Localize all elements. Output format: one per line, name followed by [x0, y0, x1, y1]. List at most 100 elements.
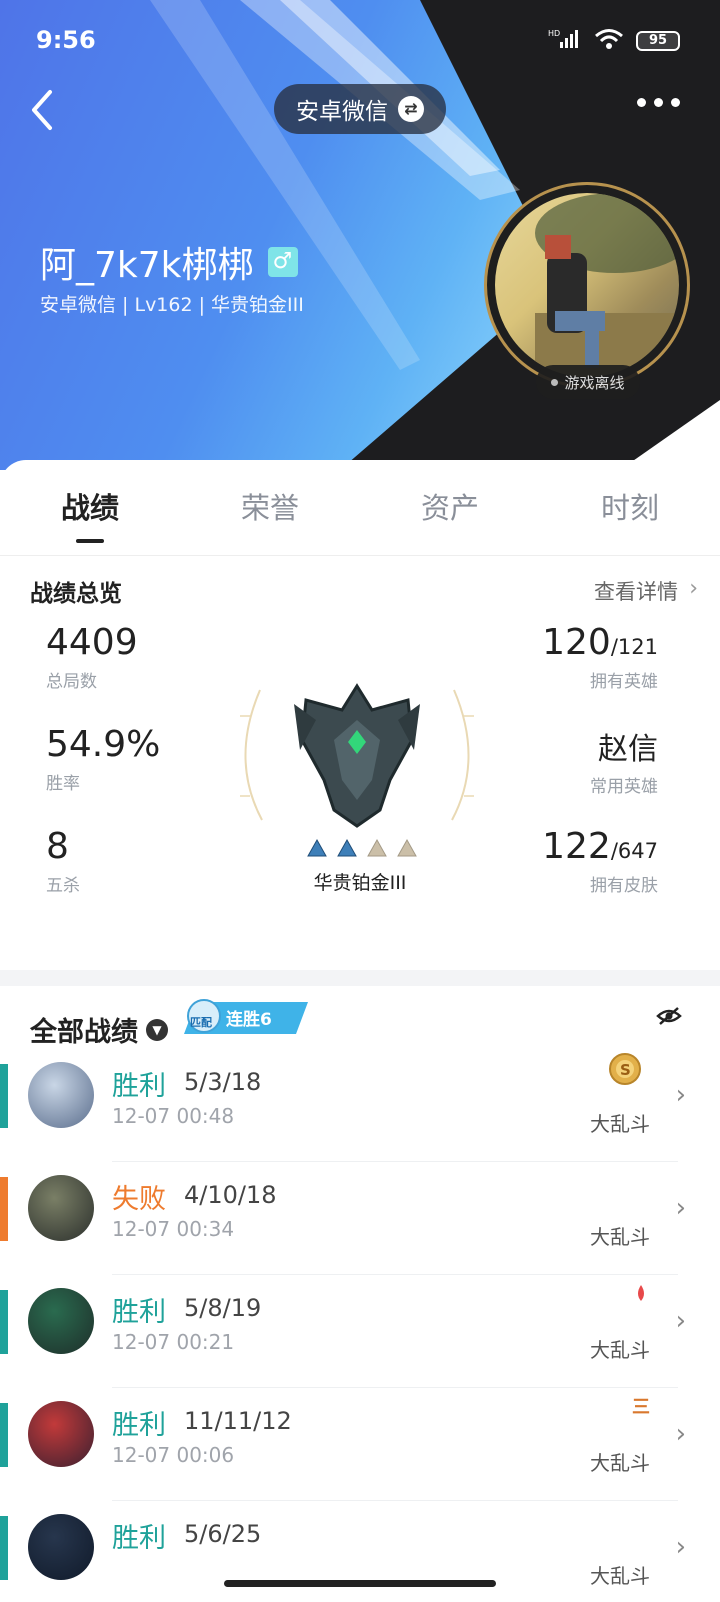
svg-text:连胜6: 连胜6 [226, 1009, 272, 1030]
chevron-right-icon[interactable]: › [676, 1419, 686, 1449]
match-row[interactable]: 胜利 5/3/18 12-07 00:48 S 大乱斗 › [0, 1050, 720, 1162]
hero-avatar [28, 1062, 94, 1128]
match-kda: 11/11/12 [184, 1407, 292, 1435]
dot-icon [654, 98, 663, 107]
match-result: 失败 [112, 1184, 166, 1215]
result-bar [0, 1177, 8, 1241]
view-details-link[interactable]: 查看详情 [594, 576, 678, 606]
chevron-right-icon[interactable]: › [676, 1080, 686, 1110]
chevron-right-icon[interactable]: › [689, 576, 698, 601]
profile-header: 9:56 HD 95 安卓微信 ⇄ 阿_7k7k梆梆 ♂ 安卓微信 | Lv16… [0, 0, 720, 470]
hero-avatar [28, 1401, 94, 1467]
stat-heroes-owned: 120/121 拥有英雄 [542, 622, 658, 692]
tab-honor[interactable]: 荣誉 [180, 473, 360, 543]
svg-text:匹配: 匹配 [190, 1015, 212, 1029]
match-mode: 大乱斗 [590, 1338, 650, 1362]
rank-star-empty-icon [367, 838, 387, 857]
account-switch-button[interactable]: 安卓微信 ⇄ [274, 84, 446, 134]
rank-star-filled-icon [307, 838, 327, 857]
match-result: 胜利 [112, 1071, 166, 1102]
row-divider [112, 1274, 678, 1275]
win-rate-label: 胜率 [46, 774, 80, 794]
rank-stars [306, 838, 418, 860]
player-nickname: 阿_7k7k梆梆 [40, 245, 254, 286]
avatar-image [495, 193, 679, 377]
more-options-button[interactable] [637, 98, 680, 107]
skins-owned-label: 拥有皮肤 [590, 876, 658, 896]
penta-kills-value: 8 [46, 826, 69, 867]
match-row[interactable]: 胜利 11/11/12 12-07 00:06 三大乱斗 › [0, 1389, 720, 1501]
tab-moments[interactable]: 时刻 [540, 473, 720, 543]
hero-avatar [28, 1175, 94, 1241]
battery-icon: 95 [636, 31, 680, 51]
rank-name: 华贵铂金III [313, 872, 407, 894]
hide-eye-icon[interactable] [656, 1006, 682, 1030]
svg-text:S: S [620, 1061, 631, 1079]
chevron-down-icon: ▼ [146, 1018, 168, 1041]
match-row[interactable]: 失败 4/10/18 12-07 00:34 大乱斗 › [0, 1163, 720, 1275]
stat-common-hero: 赵信 常用英雄 [590, 724, 658, 797]
chevron-right-icon[interactable]: › [676, 1306, 686, 1336]
result-bar [0, 1290, 8, 1354]
overview-title: 战绩总览 [30, 581, 122, 607]
player-subinfo: 安卓微信 | Lv162 | 华贵铂金III [40, 294, 304, 316]
hero-avatar [28, 1514, 94, 1580]
match-result: 胜利 [112, 1523, 166, 1554]
triple-kill-badge: 三 [632, 1397, 650, 1418]
row-divider [112, 1500, 678, 1501]
match-row[interactable]: 胜利 5/8/19 12-07 00:21 大乱斗 › [0, 1276, 720, 1388]
stat-win-rate: 54.9% 胜率 [46, 724, 160, 794]
tab-assets[interactable]: 资产 [360, 473, 540, 543]
all-matches-filter[interactable]: 全部战绩 ▼ [30, 1010, 168, 1049]
skins-total-value: /647 [610, 839, 658, 863]
chevron-right-icon[interactable]: › [676, 1193, 686, 1223]
match-kda: 4/10/18 [184, 1181, 277, 1209]
match-time: 12-07 00:34 [112, 1217, 235, 1241]
male-gender-icon: ♂ [267, 247, 298, 277]
dot-icon [637, 98, 646, 107]
stat-skins-owned: 122/647 拥有皮肤 [542, 826, 658, 896]
penta-kills-label: 五杀 [46, 876, 80, 896]
result-bar [0, 1403, 8, 1467]
mvp-s-badge-icon: S [609, 1053, 641, 1085]
match-result: 胜利 [112, 1297, 166, 1328]
home-indicator[interactable] [224, 1580, 496, 1587]
back-button[interactable] [28, 86, 68, 134]
first-blood-icon [638, 1285, 644, 1301]
player-avatar[interactable] [484, 182, 690, 388]
result-bar [0, 1064, 8, 1128]
account-label: 安卓微信 [296, 99, 388, 125]
player-name-row: 阿_7k7k梆梆 ♂ [40, 236, 298, 288]
result-bar [0, 1516, 8, 1580]
skins-owned-value: 122 [542, 826, 611, 867]
section-divider [0, 970, 720, 986]
total-games-value: 4409 [46, 622, 138, 663]
match-row[interactable]: 胜利 5/6/25 大乱斗 › [0, 1502, 720, 1602]
match-mode: 大乱斗 [590, 1112, 650, 1136]
row-divider [112, 1161, 678, 1162]
game-status-badge: 游戏离线 [536, 365, 640, 399]
match-kda: 5/6/25 [184, 1520, 262, 1548]
row-divider [112, 1387, 678, 1388]
hero-avatar [28, 1288, 94, 1354]
record-overview: 战绩总览 查看详情 › 4409 总局数 54.9% 胜率 8 五杀 120/1… [0, 556, 720, 970]
profile-tabs: 战绩 荣誉 资产 时刻 [0, 460, 720, 556]
all-matches-title: 全部战绩 [30, 1017, 138, 1048]
signal-icon: HD [548, 28, 582, 54]
common-hero-label: 常用英雄 [590, 777, 658, 797]
match-mode: 大乱斗 [590, 1225, 650, 1249]
status-time: 9:56 [36, 26, 96, 54]
total-games-label: 总局数 [46, 672, 97, 692]
rank-star-filled-icon [337, 838, 357, 857]
back-arrow-icon [32, 90, 52, 130]
dot-icon [671, 98, 680, 107]
win-streak-badge: 匹配 连胜6 [184, 999, 308, 1034]
stat-penta-kills: 8 五杀 [46, 826, 80, 896]
match-result: 胜利 [112, 1410, 166, 1441]
match-kda: 5/8/19 [184, 1294, 262, 1322]
chevron-right-icon[interactable]: › [676, 1532, 686, 1562]
match-time: 12-07 00:06 [112, 1443, 235, 1467]
common-hero-value: 赵信 [598, 732, 658, 767]
win-rate-value: 54.9% [46, 724, 161, 765]
tab-record[interactable]: 战绩 [0, 473, 180, 543]
